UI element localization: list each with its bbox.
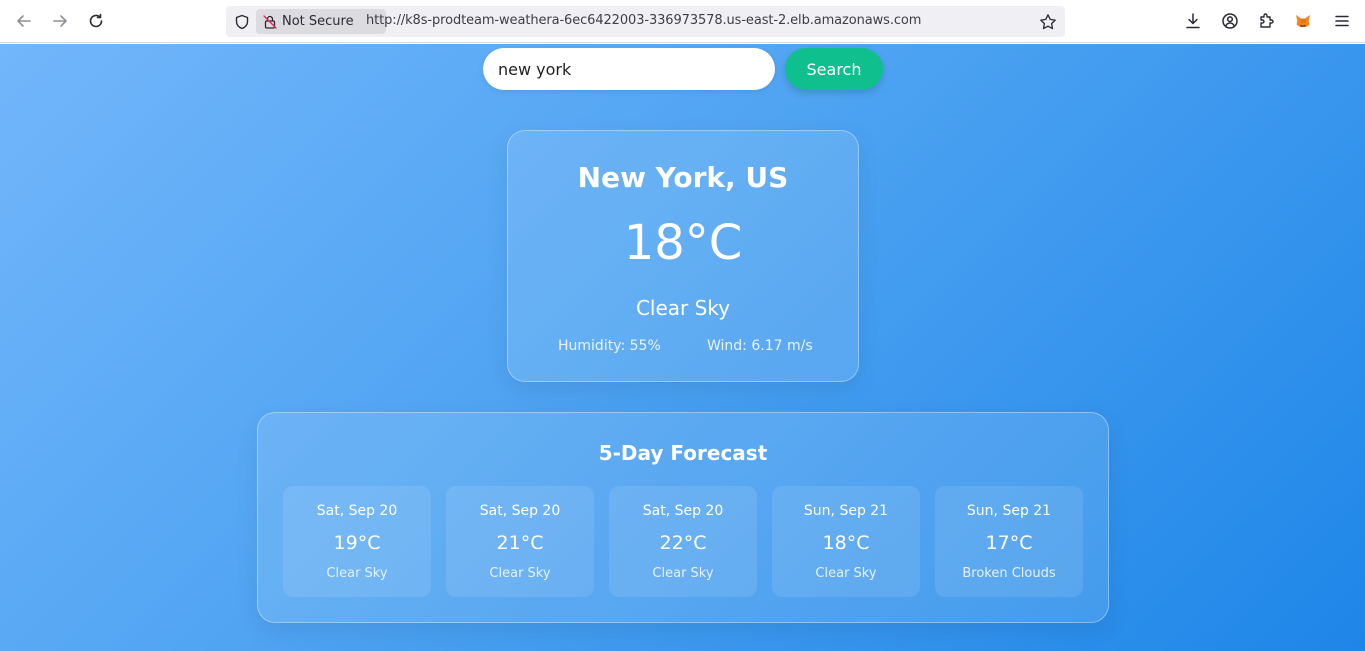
downloads-button[interactable] xyxy=(1180,8,1206,34)
forecast-date: Sat, Sep 20 xyxy=(642,503,724,519)
forecast-description: Clear Sky xyxy=(326,566,388,581)
arrow-left-icon xyxy=(17,15,31,27)
shield-icon[interactable] xyxy=(232,12,252,32)
forecast-day-card: Sat, Sep 20 19°C Clear Sky xyxy=(283,486,431,597)
reload-icon xyxy=(89,13,103,28)
back-button[interactable] xyxy=(10,7,38,35)
reload-button[interactable] xyxy=(82,7,110,35)
forecast-day-card: Sun, Sep 21 18°C Clear Sky xyxy=(772,486,920,597)
forecast-temperature: 18°C xyxy=(822,532,870,554)
forecast-description: Clear Sky xyxy=(815,566,877,581)
account-icon xyxy=(1222,13,1238,29)
forecast-temperature: 22°C xyxy=(659,532,707,554)
wind-value: Wind: 6.17 m/s xyxy=(707,338,813,354)
forecast-day-card: Sat, Sep 20 22°C Clear Sky xyxy=(609,486,757,597)
forecast-title: 5-Day Forecast xyxy=(598,441,768,465)
address-bar[interactable]: Not Secure http://k8s-prodteam-weathera-… xyxy=(226,6,1065,37)
forecast-panel: 5-Day Forecast Sat, Sep 20 19°C Clear Sk… xyxy=(257,412,1109,623)
insecure-lock-icon xyxy=(263,14,277,29)
weather-description: Clear Sky xyxy=(635,296,731,320)
forecast-temperature: 17°C xyxy=(985,532,1033,554)
forecast-description: Clear Sky xyxy=(652,566,714,581)
search-button[interactable]: Search xyxy=(785,48,883,90)
forecast-date: Sat, Sep 20 xyxy=(479,503,561,519)
forecast-temperature: 19°C xyxy=(333,532,381,554)
current-temperature: 18°C xyxy=(623,215,743,271)
extensions-button[interactable] xyxy=(1253,8,1279,34)
account-button[interactable] xyxy=(1217,8,1243,34)
app-menu-button[interactable] xyxy=(1329,8,1355,34)
weather-app: Search New York, US 18°C Clear Sky Humid… xyxy=(0,44,1365,651)
bookmark-button[interactable] xyxy=(1037,11,1059,33)
city-search-input[interactable] xyxy=(483,48,775,90)
forecast-temperature: 21°C xyxy=(496,532,544,554)
forecast-day-card: Sat, Sep 20 21°C Clear Sky xyxy=(446,486,594,597)
arrow-right-icon xyxy=(53,15,67,27)
url-text[interactable]: http://k8s-prodteam-weathera-6ec6422003-… xyxy=(366,13,921,28)
forward-button[interactable] xyxy=(46,7,74,35)
fox-icon xyxy=(1296,15,1310,27)
security-label: Not Secure xyxy=(282,14,354,29)
forecast-date: Sun, Sep 21 xyxy=(966,503,1052,519)
current-weather-card: New York, US 18°C Clear Sky Humidity: 55… xyxy=(507,130,859,382)
city-name: New York, US xyxy=(577,161,789,194)
hamburger-menu-icon xyxy=(1335,15,1349,27)
forecast-date: Sun, Sep 21 xyxy=(803,503,889,519)
forecast-description: Broken Clouds xyxy=(962,566,1056,581)
star-icon xyxy=(1040,14,1056,30)
forecast-date: Sat, Sep 20 xyxy=(316,503,398,519)
humidity-value: Humidity: 55% xyxy=(558,338,661,354)
forecast-day-card: Sun, Sep 21 17°C Broken Clouds xyxy=(935,486,1083,597)
puzzle-icon xyxy=(1260,13,1274,28)
forecast-description: Clear Sky xyxy=(489,566,551,581)
browser-toolbar: Not Secure http://k8s-prodteam-weathera-… xyxy=(0,0,1365,43)
download-icon xyxy=(1186,13,1200,29)
metamask-extension-button[interactable] xyxy=(1290,8,1316,34)
